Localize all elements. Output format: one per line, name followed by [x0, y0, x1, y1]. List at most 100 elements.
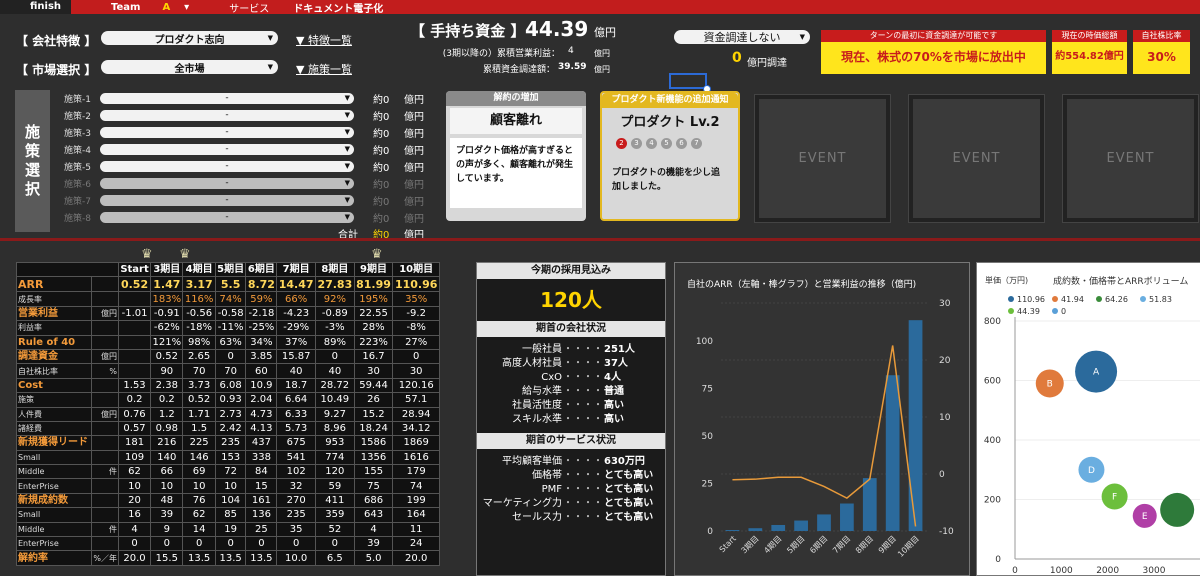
arr-bar — [840, 503, 854, 531]
table-cell: 2.42 — [214, 420, 247, 437]
table-cell: 1.47 — [150, 276, 184, 293]
table-cell: 70 — [214, 363, 247, 379]
x-tick: 8期目 — [854, 534, 875, 555]
table-cell: 225 — [182, 435, 216, 451]
table-cell: 22.55 — [353, 305, 394, 322]
status-row: マーケティング力 ・・・・ とても高い — [477, 497, 665, 511]
measure-select[interactable]: - ▼ — [100, 110, 354, 121]
measure-select[interactable]: - ▼ — [100, 127, 354, 138]
finish-label[interactable]: finish — [0, 0, 72, 14]
bubble-label: F — [1112, 493, 1117, 503]
status-key: マーケティング力 — [482, 498, 562, 509]
y-tick-left: 0 — [707, 527, 713, 537]
card-churn-desc: プロダクト価格が高すぎるとの声が多く、顧客離れが発生しています。 — [450, 138, 582, 208]
card-product-head: プロダクト新機能の追加通知 — [602, 93, 738, 108]
status-row: CxO ・・・・ 4人 — [477, 371, 665, 385]
table-cell: 20.0 — [392, 550, 440, 566]
measure-amount: 約0 — [373, 112, 390, 123]
measure-list-link[interactable]: ▼ 施策一覧 — [296, 61, 352, 77]
card-product[interactable]: プロダクト新機能の追加通知 プロダクト Lv.2 234567 プロダクトの機能… — [600, 91, 740, 221]
bubble-label: B — [1047, 379, 1053, 389]
row-unit: 億円 — [90, 406, 119, 422]
measure-select[interactable]: - ▼ — [100, 195, 354, 206]
status-key: 一般社員 — [522, 344, 562, 355]
table-cell: 26 — [353, 392, 394, 408]
legend-marker — [1052, 308, 1058, 314]
table-cell: 1.5 — [182, 420, 216, 437]
measure-list: 施策-1 - ▼ 約0 億円 施策-2 - ▼ 約0 億円 施策-3 - ▼ 約0 億円施… — [64, 90, 444, 226]
bubble-label: E — [1142, 512, 1148, 522]
measure-row: 施策-6 - ▼ 約0 億円 — [64, 175, 444, 192]
table-cell: 8.96 — [315, 420, 355, 437]
company-select[interactable]: プロダクト志向 ▼ — [101, 31, 278, 46]
raise-select[interactable]: 資金調達しない ▼ — [674, 30, 810, 44]
measure-label: 施策-1 — [64, 95, 91, 105]
table-cell: 195% — [353, 291, 394, 307]
table-cell: -0.91 — [150, 305, 184, 322]
event-slot-2[interactable]: EVENT — [909, 95, 1044, 222]
status-value: とても高い — [604, 470, 654, 481]
table-cell: 59 — [315, 478, 355, 494]
measure-unit: 億円 — [404, 214, 424, 225]
table-cell: 16.7 — [353, 348, 394, 365]
row-label: Rule of 40 — [16, 334, 92, 350]
measure-unit: 億円 — [404, 95, 424, 106]
feature-list-link[interactable]: ▼ 特徴一覧 — [296, 32, 352, 48]
bubble — [1160, 492, 1195, 527]
measure-label: 施策-8 — [64, 214, 91, 224]
table-cell: 3.17 — [182, 276, 216, 293]
measure-select[interactable]: - ▼ — [100, 178, 354, 189]
measure-unit: 億円 — [404, 129, 424, 140]
status-value: 4人 — [604, 372, 621, 383]
row-label: 利益率 — [16, 320, 92, 336]
market-select[interactable]: 全市場 ▼ — [101, 60, 278, 75]
chevron-down-icon: ▼ — [344, 162, 350, 170]
x-tick: 3期目 — [739, 534, 760, 555]
table-cell: 4 — [353, 521, 394, 538]
company-status-list: 一般社員 ・・・・ 251人 高度人材社員 ・・・・ 37人 CxO ・・・・ 4人 給与水準 ・・… — [477, 337, 665, 431]
table-cell: 84 — [245, 464, 278, 480]
row-label: ARR — [16, 276, 92, 293]
table-cell: 89% — [315, 334, 355, 350]
table-header: 7期目 — [276, 261, 316, 278]
table-row: 自社株比率% 90 70 70 60 40 40 30 30 — [16, 363, 440, 379]
table-cell: -2.18 — [245, 305, 278, 322]
team-value[interactable]: A ▾ — [162, 2, 189, 13]
x-tick: 6期目 — [808, 534, 829, 555]
row-unit — [90, 392, 119, 408]
scatter-chart: 110.96 41.94 64.26 51.83 44.39 0 0 200 400 600 800… — [984, 295, 1200, 575]
measure-select[interactable]: - ▼ — [100, 212, 354, 223]
status-row: PMF ・・・・ とても高い — [477, 483, 665, 497]
table-row: 営業利益 億円 -1.01 -0.91 -0.56 -0.58 -2.18 -4.23 -0.8… — [16, 305, 440, 322]
crown-row: ♛ ♛ ♛ — [0, 247, 440, 262]
x-tick: 5期目 — [785, 534, 806, 555]
status-key: 価格帯 — [532, 470, 562, 481]
measure-select[interactable]: - ▼ — [100, 144, 354, 155]
crown-icon: ♛ — [141, 247, 153, 262]
event-slot-1[interactable]: EVENT — [755, 95, 890, 222]
table-cell: 120.16 — [392, 377, 440, 394]
y-tick: 800 — [984, 317, 1001, 327]
table-cell — [117, 348, 152, 365]
legend-marker — [1008, 308, 1014, 314]
table-cell: 0.76 — [117, 406, 152, 422]
table-cell: 10 — [117, 478, 152, 494]
arr-bar — [748, 528, 763, 531]
status-key: PMF — [541, 484, 562, 495]
row-unit — [90, 536, 119, 552]
table-header-row: Start 3期目 4期目 5期目 6期目 7期目 8期目 9期目 10期目 — [16, 261, 440, 278]
measure-select[interactable]: - ▼ — [100, 161, 354, 172]
arr-bar — [862, 478, 877, 531]
table-cell: 109 — [117, 449, 152, 466]
table-cell: -0.89 — [315, 305, 355, 322]
table-cell: 1356 — [353, 449, 394, 466]
measure-select[interactable]: - ▼ — [100, 93, 354, 104]
row-label: 成長率 — [16, 291, 92, 307]
measure-select-value: - — [225, 195, 229, 205]
status-dots: ・・・・ — [563, 484, 603, 495]
card-churn[interactable]: 解約の増加 顧客離れ プロダクト価格が高すぎるとの声が多く、顧客離れが発生してい… — [446, 91, 586, 221]
event-slot-3[interactable]: EVENT — [1063, 95, 1198, 222]
row-label: Cost — [16, 377, 92, 394]
legend-label: 110.96 — [1017, 295, 1045, 304]
table-header: 8期目 — [315, 261, 355, 278]
